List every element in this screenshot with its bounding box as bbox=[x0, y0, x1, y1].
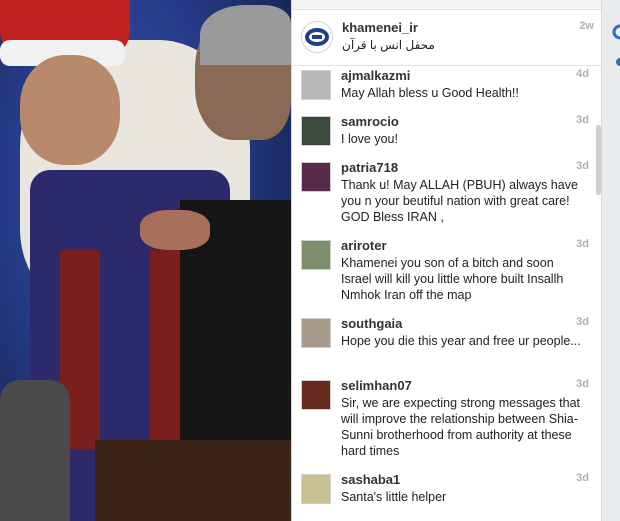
comment-timestamp: 3d bbox=[576, 238, 589, 250]
caption-text: محفل انس با قرآن bbox=[342, 38, 435, 52]
comment-username[interactable]: sashaba1 bbox=[341, 472, 400, 487]
seal-icon[interactable] bbox=[301, 21, 333, 53]
user-avatar[interactable] bbox=[301, 70, 331, 100]
comment-text: May Allah bless u Good Health!! bbox=[341, 86, 519, 100]
caption-username[interactable]: khamenei_ir bbox=[342, 20, 418, 35]
comment-text: Thank u! May ALLAH (PBUH) always have yo… bbox=[341, 178, 578, 224]
side-strip bbox=[601, 0, 620, 521]
comment-text: I love you! bbox=[341, 132, 398, 146]
comment-username[interactable]: selimhan07 bbox=[341, 378, 412, 393]
comment-text: Khamenei you son of a bitch and soon Isr… bbox=[341, 256, 564, 302]
comment-timestamp: 3d bbox=[576, 472, 589, 484]
comment-username[interactable]: patria718 bbox=[341, 160, 398, 175]
post-photo bbox=[0, 0, 291, 521]
comment-text: Sir, we are expecting strong messages th… bbox=[341, 396, 581, 458]
comment-username[interactable]: samrocio bbox=[341, 114, 399, 129]
comment-timestamp: 3d bbox=[576, 378, 589, 390]
comment-text: Santa's little helper bbox=[341, 490, 447, 504]
comment-timestamp: 4d bbox=[576, 68, 589, 80]
comment-timestamp: 3d bbox=[576, 160, 589, 172]
user-avatar[interactable] bbox=[301, 240, 331, 270]
user-avatar[interactable] bbox=[301, 380, 331, 410]
comment-timestamp: 3d bbox=[576, 114, 589, 126]
post-caption: khamenei_ir محفل انس با قرآن 2w bbox=[292, 10, 601, 66]
caption-timestamp: 2w bbox=[579, 20, 594, 32]
user-avatar[interactable] bbox=[301, 474, 331, 504]
comment-username[interactable]: ariroter bbox=[341, 238, 387, 253]
comments-panel: khamenei_ir محفل انس با قرآن 2w ajmalkaz… bbox=[291, 0, 601, 521]
comment-username[interactable]: ajmalkazmi bbox=[341, 68, 410, 83]
comment-text: Hope you die this year and free ur peopl… bbox=[341, 334, 581, 348]
user-avatar[interactable] bbox=[301, 318, 331, 348]
comment-username[interactable]: southgaia bbox=[341, 316, 402, 331]
panel-top-bar bbox=[292, 0, 601, 10]
comment-timestamp: 3d bbox=[576, 316, 589, 328]
user-avatar[interactable] bbox=[301, 162, 331, 192]
user-avatar[interactable] bbox=[301, 116, 331, 146]
